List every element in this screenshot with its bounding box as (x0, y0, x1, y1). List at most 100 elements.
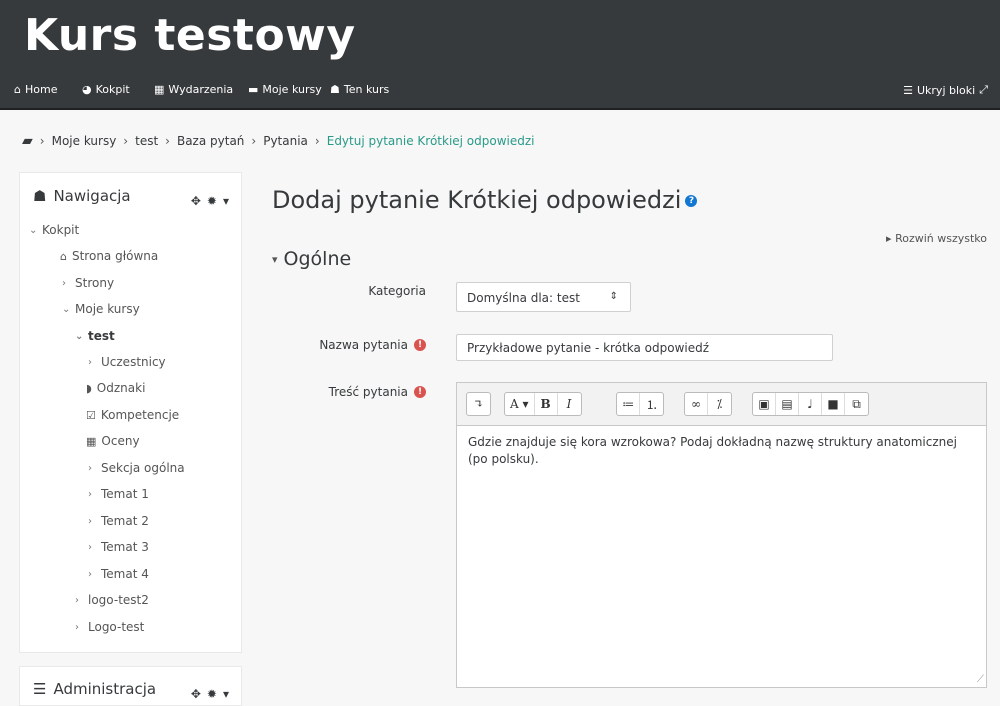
menu-icon: ☰ (33, 680, 47, 698)
resize-grip-icon[interactable]: ⟋ (977, 674, 984, 685)
tree-item-label: logo-test2 (88, 593, 149, 607)
toolbar-group-media: ▣ ▤ ♩ ■ ⧉ (752, 392, 869, 416)
administration-block-title: ☰ Administracja (33, 680, 156, 698)
tree-item-topic-2[interactable]: › Temat 2 (88, 514, 149, 528)
caret-down-icon[interactable]: ▾ (223, 194, 229, 208)
font-style-icon[interactable]: A ▾ (505, 393, 535, 415)
ordered-list-icon[interactable]: ⒈ (640, 393, 663, 415)
unordered-list-icon[interactable]: ≔ (617, 393, 641, 415)
tree-item-competencies[interactable]: ☑ Kompetencje (86, 408, 179, 422)
site-title[interactable]: Kurs testowy (24, 10, 356, 63)
sitemap-icon: ☗ (330, 83, 340, 96)
table-icon: ▦ (86, 434, 97, 448)
hide-blocks-button[interactable]: ☰ Ukryj bloki ⤢ (903, 83, 988, 97)
question-text-label: Treść pytania ! (329, 385, 426, 399)
page-title-text: Dodaj pytanie Krótkiej odpowiedzi (272, 186, 682, 214)
tree-item-label: Temat 3 (101, 540, 149, 554)
tree-item-logo-test2[interactable]: › logo-test2 (75, 593, 149, 607)
tree-item-participants[interactable]: › Uczestnicy (88, 355, 166, 369)
gear-icon[interactable]: ✹ (207, 687, 217, 701)
question-name-value: Przykładowe pytanie - krótka odpowiedź (467, 341, 710, 355)
chevron-right-icon: › (88, 568, 92, 580)
chevron-right-icon: › (88, 515, 92, 527)
required-icon: ! (414, 339, 426, 351)
nav-events[interactable]: ▦ Wydarzenia (154, 83, 233, 96)
chevron-down-icon: ⌄ (29, 224, 38, 236)
breadcrumb-questions[interactable]: Pytania (263, 134, 308, 148)
tree-item-label: test (88, 329, 115, 343)
question-name-input[interactable]: Przykładowe pytanie - krótka odpowiedź (456, 334, 833, 361)
breadcrumb-current[interactable]: Edytuj pytanie Krótkiej odpowiedzi (327, 134, 535, 148)
nav-my-courses[interactable]: ▬ Moje kursy (248, 83, 322, 96)
breadcrumb-question-bank[interactable]: Baza pytań (177, 134, 244, 148)
question-text-editor: ↴ A ▾ B I ≔ ⒈ ∞ ⁒ ▣ ▤ ♩ ■ ⧉ Gdzie znajdu… (456, 382, 987, 688)
manage-files-icon[interactable]: ⧉ (845, 393, 868, 415)
link-icon[interactable]: ∞ (685, 393, 708, 415)
expand-icon: ⤢ (979, 83, 988, 96)
sort-arrows-icon: ⇕ (609, 291, 618, 302)
tree-item-home-page[interactable]: ⌂ Strona główna (60, 249, 158, 263)
italic-icon[interactable]: I (558, 393, 581, 415)
chevron-down-icon: ⌄ (75, 330, 84, 342)
move-icon[interactable]: ✥ (191, 687, 201, 701)
folder-icon[interactable]: ▰ (22, 133, 33, 149)
list-icon: ☰ (903, 83, 913, 97)
caret-down-icon: ▾ (272, 252, 278, 266)
section-general-header[interactable]: ▾ Ogólne (272, 248, 351, 270)
tree-item-topic-1[interactable]: › Temat 1 (88, 487, 149, 501)
tree-item-topic-3[interactable]: › Temat 3 (88, 540, 149, 554)
chevron-right-icon: › (88, 462, 92, 474)
video-icon[interactable]: ■ (822, 393, 845, 415)
toolbar-group-collapse: ↴ (466, 392, 491, 416)
tree-item-dashboard[interactable]: ⌄ Kokpit (29, 223, 79, 237)
dashboard-icon: ◕ (82, 83, 92, 96)
hide-blocks-label: Ukryj bloki (916, 83, 976, 97)
chevron-right-icon: › (75, 621, 79, 633)
tree-item-badges[interactable]: ◗ Odznaki (86, 381, 145, 395)
chevron-right-icon: › (88, 541, 92, 553)
move-icon[interactable]: ✥ (191, 194, 201, 208)
tree-item-grades[interactable]: ▦ Oceny (86, 434, 140, 448)
microphone-icon[interactable]: ♩ (799, 393, 822, 415)
tree-item-general-section[interactable]: › Sekcja ogólna (88, 461, 185, 475)
tree-item-topic-4[interactable]: › Temat 4 (88, 567, 149, 581)
calendar-icon: ▦ (154, 83, 165, 96)
bold-icon[interactable]: B (535, 393, 558, 415)
caret-right-icon: ▸ (886, 232, 892, 245)
unlink-icon[interactable]: ⁒ (708, 393, 731, 415)
nav-home-label: Home (24, 83, 58, 96)
sitemap-icon: ☗ (33, 187, 47, 205)
breadcrumb-test[interactable]: test (135, 134, 158, 148)
image-icon[interactable]: ▣ (753, 393, 776, 415)
category-selected-value: Domyślna dla: test (467, 291, 580, 305)
chevron-right-icon: › (88, 356, 92, 368)
editor-content[interactable]: Gdzie znajduje się kora wzrokowa? Podaj … (468, 434, 975, 468)
nav-this-course-label: Ten kurs (343, 83, 390, 96)
expand-all-label: Rozwiń wszystko (895, 232, 987, 245)
toolbar-collapse-icon[interactable]: ↴ (467, 393, 490, 415)
caret-down-icon[interactable]: ▾ (223, 687, 229, 701)
navigation-block-title: ☗ Nawigacja (33, 187, 131, 205)
tree-item-test-course[interactable]: ⌄ test (75, 329, 115, 343)
question-name-label: Nazwa pytania ! (319, 338, 426, 352)
tree-item-label: Strony (75, 276, 115, 290)
category-label-text: Kategoria (368, 284, 426, 298)
gear-icon[interactable]: ✹ (207, 194, 217, 208)
nav-home[interactable]: ⌂ Home (14, 83, 57, 96)
breadcrumb-my-courses[interactable]: Moje kursy (52, 134, 117, 148)
nav-this-course[interactable]: ☗ Ten kurs (330, 83, 389, 96)
page-title: Dodaj pytanie Krótkiej odpowiedzi? (272, 186, 698, 214)
tree-item-my-courses[interactable]: ⌄ Moje kursy (62, 302, 140, 316)
shield-icon: ◗ (86, 381, 92, 395)
chevron-right-icon: › (62, 277, 66, 289)
media-icon[interactable]: ▤ (776, 393, 799, 415)
nav-events-label: Wydarzenia (168, 83, 234, 96)
tree-item-pages[interactable]: › Strony (62, 276, 114, 290)
help-icon[interactable]: ? (685, 195, 698, 207)
expand-all-link[interactable]: ▸ Rozwiń wszystko (886, 232, 987, 245)
category-select[interactable]: Domyślna dla: test ⇕ (456, 282, 631, 312)
nav-dashboard[interactable]: ◕ Kokpit (82, 83, 130, 96)
home-icon: ⌂ (14, 83, 21, 96)
checkbox-icon: ☑ (86, 408, 96, 422)
tree-item-logo-test[interactable]: › Logo-test (75, 620, 144, 634)
